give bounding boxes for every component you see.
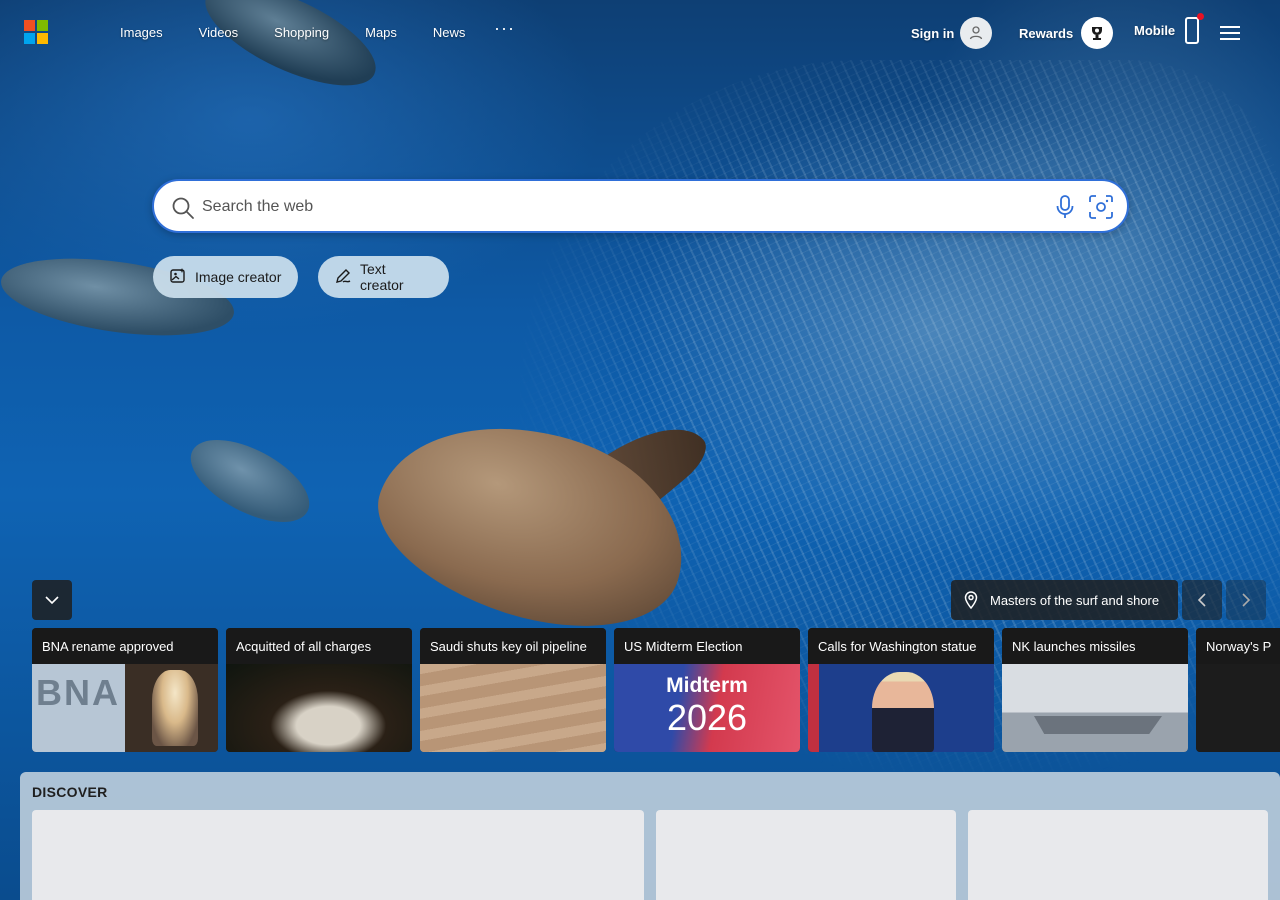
news-card-image <box>1196 664 1280 752</box>
nav-shopping[interactable]: Shopping <box>274 25 329 40</box>
trophy-icon <box>1081 17 1114 49</box>
sign-in-button[interactable]: Sign in <box>911 17 993 49</box>
news-card-image <box>226 664 412 752</box>
search-input[interactable] <box>202 193 1022 221</box>
news-card-title: Calls for Washington statue <box>808 628 994 664</box>
news-card[interactable]: US Midterm Election Midterm 2026 <box>614 628 800 752</box>
nav-images[interactable]: Images <box>120 25 163 40</box>
chevron-right-icon <box>1242 593 1251 607</box>
person-photo <box>872 672 934 752</box>
microphone-icon[interactable] <box>1054 194 1076 225</box>
chevron-left-icon <box>1197 593 1206 607</box>
notification-dot <box>1197 13 1205 20</box>
news-card-title: Acquitted of all charges <box>226 628 412 664</box>
hamburger-menu-icon[interactable] <box>1220 26 1240 41</box>
news-carousel: BNA rename approved BNA Acquitted of all… <box>32 628 1280 752</box>
rewards-button[interactable]: Rewards <box>1019 17 1114 49</box>
image-creator-icon <box>169 267 187 288</box>
news-card[interactable]: Norway's P <box>1196 628 1280 752</box>
news-card[interactable]: Acquitted of all charges <box>226 628 412 752</box>
rewards-label: Rewards <box>1019 25 1074 41</box>
news-card-image: BNA <box>32 664 218 752</box>
more-icon[interactable]: ··· <box>494 18 515 39</box>
midterm-year: 2026 <box>666 697 748 738</box>
image-info-label: Masters of the surf and shore <box>990 592 1160 608</box>
text-creator-label: Text creator <box>360 261 404 293</box>
top-bar: Images Videos Shopping Maps News ··· Sig… <box>0 0 1280 66</box>
discover-title: DISCOVER <box>32 784 108 800</box>
location-pin-icon <box>964 591 978 609</box>
phone-icon <box>1185 13 1205 44</box>
discover-card[interactable] <box>968 810 1268 900</box>
midterm-word: Midterm <box>666 674 748 697</box>
search-box <box>152 179 1129 233</box>
news-card-title: NK launches missiles <box>1002 628 1188 664</box>
discover-card[interactable] <box>656 810 956 900</box>
news-card-title: BNA rename approved <box>32 628 218 664</box>
news-card-image <box>808 664 994 752</box>
news-card-image: Midterm 2026 <box>614 664 800 752</box>
collapse-button[interactable] <box>32 580 72 620</box>
nav-news[interactable]: News <box>433 25 466 40</box>
mobile-button[interactable]: Mobile <box>1134 13 1205 44</box>
visual-search-icon[interactable] <box>1088 194 1114 225</box>
microsoft-logo[interactable] <box>24 20 48 44</box>
discover-section: DISCOVER <box>20 772 1280 900</box>
mobile-label: Mobile <box>1134 23 1176 38</box>
news-card[interactable]: Saudi shuts key oil pipeline <box>420 628 606 752</box>
bna-sign-text: BNA <box>36 672 120 713</box>
discover-card[interactable] <box>32 810 644 900</box>
image-info-chip[interactable]: Masters of the surf and shore <box>951 580 1178 620</box>
previous-image-button[interactable] <box>1182 580 1222 620</box>
text-creator-button[interactable]: Text creator <box>318 256 449 298</box>
next-image-button[interactable] <box>1226 580 1266 620</box>
image-creator-label: Image creator <box>195 269 282 285</box>
sign-in-label: Sign in <box>911 25 955 41</box>
news-card-image <box>1002 664 1188 752</box>
news-card-image <box>420 664 606 752</box>
text-creator-icon <box>334 267 352 288</box>
search-icon <box>171 196 195 225</box>
news-card[interactable]: BNA rename approved BNA <box>32 628 218 752</box>
news-card-title: US Midterm Election <box>614 628 800 664</box>
ship-shape <box>1034 716 1162 734</box>
person-photo <box>152 670 198 746</box>
avatar-icon <box>960 17 993 49</box>
news-card[interactable]: Calls for Washington statue <box>808 628 994 752</box>
nav-maps[interactable]: Maps <box>365 25 397 40</box>
image-creator-button[interactable]: Image creator <box>153 256 298 298</box>
nav-videos[interactable]: Videos <box>199 25 239 40</box>
chevron-down-icon <box>45 596 59 605</box>
news-card-title: Saudi shuts key oil pipeline <box>420 628 606 664</box>
news-card[interactable]: NK launches missiles <box>1002 628 1188 752</box>
nav-links: Images Videos Shopping Maps News <box>120 25 501 40</box>
news-card-title: Norway's P <box>1196 628 1280 664</box>
